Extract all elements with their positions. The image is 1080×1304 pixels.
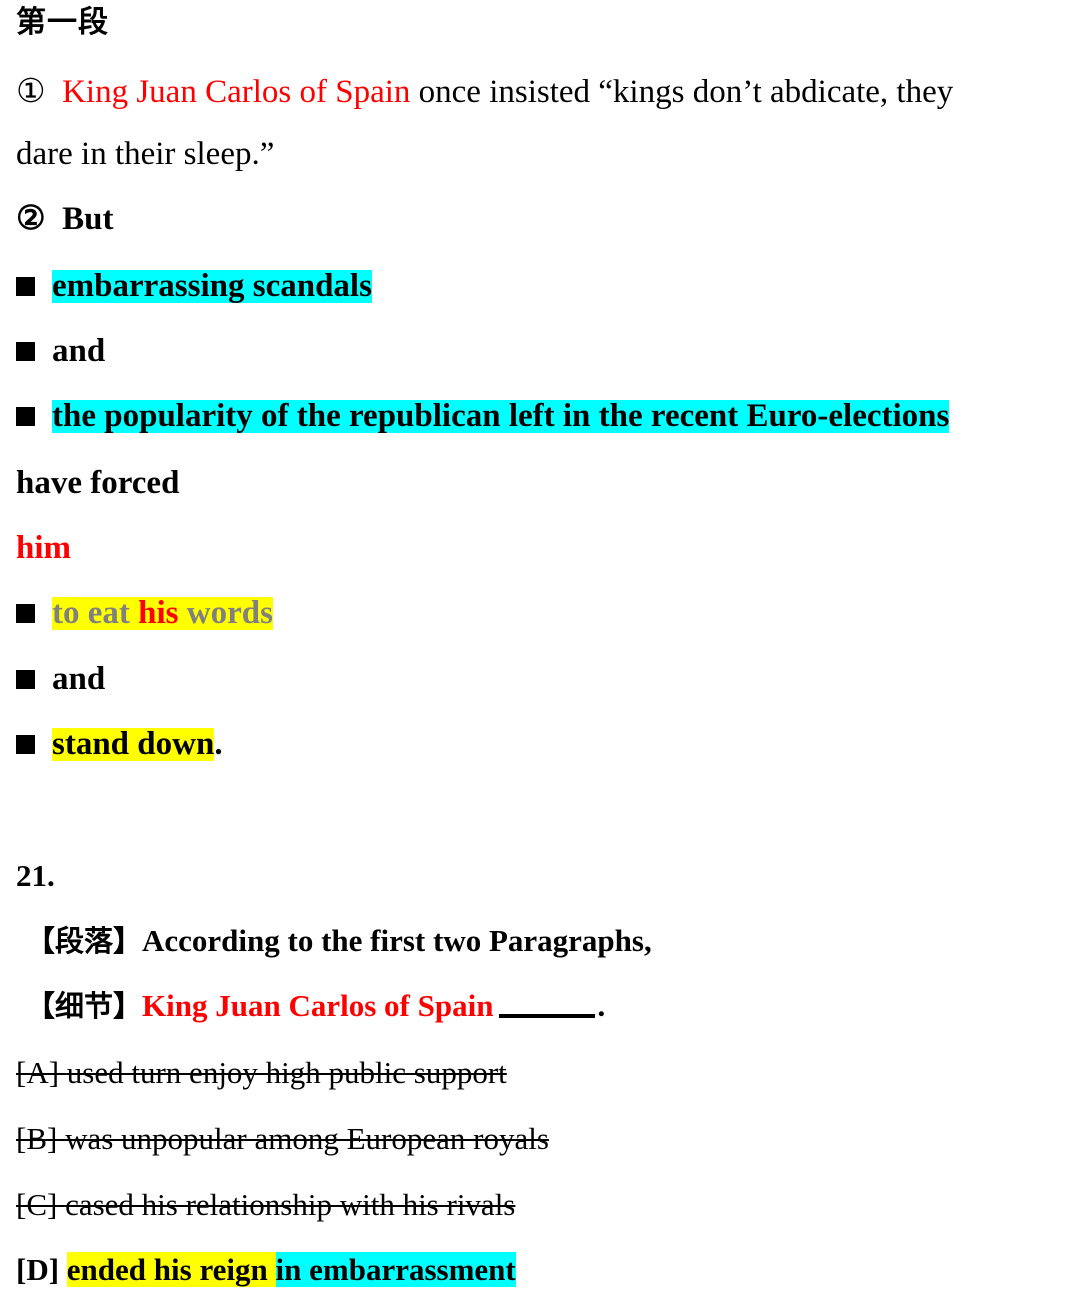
- bullet-item-2-label: and: [52, 333, 106, 369]
- paragraph2-conjunction: But: [62, 201, 114, 237]
- paragraph1-line1: ① King Juan Carlos of Spain once insiste…: [16, 76, 953, 109]
- bullet-square-icon: [16, 604, 35, 623]
- paragraph1-line2: dare in their sleep.”: [16, 136, 275, 172]
- paragraph2-object-pronoun: him: [16, 530, 72, 566]
- bullet-item-4: to eat his words: [16, 597, 273, 630]
- circled-number-1: ①: [16, 74, 46, 110]
- answer-blank: [499, 1013, 596, 1018]
- bullet-item-3: the popularity of the republican left in…: [16, 398, 950, 434]
- bullet-item-5-label: and: [52, 661, 106, 697]
- option-c-text: cased his relationship with his rivals: [65, 1187, 516, 1222]
- tag-detail-label: 【细节】: [26, 989, 143, 1023]
- bullet-item-4-label: to eat his words: [52, 597, 273, 630]
- bullet-item-5: and: [16, 663, 105, 696]
- paragraph1-subject: King Juan Carlos of Spain: [62, 74, 411, 110]
- bullet-item-1: embarrassing scandals: [16, 270, 372, 303]
- question-number: 21.: [16, 858, 55, 893]
- option-b[interactable]: [B] was unpopular among European royals: [16, 1123, 549, 1154]
- option-b-label: [B]: [16, 1121, 58, 1156]
- bullet-square-icon: [16, 735, 35, 754]
- bullet-item-3-label: the popularity of the republican left in…: [52, 398, 950, 434]
- bullet-item-6: stand down.: [16, 728, 223, 761]
- paragraph2-line1: ② But: [16, 203, 113, 236]
- option-d-text-yellow: ended his reign: [66, 1252, 276, 1287]
- bullet-item-6-period: .: [214, 726, 223, 762]
- tag-paragraph-label: 【段落】: [26, 924, 143, 958]
- bullet-item-6-label: stand down: [52, 726, 215, 762]
- bullet-square-icon: [16, 670, 35, 689]
- paragraph1-predicate: once insisted “kings don’t abdicate, the…: [410, 74, 954, 110]
- option-a-label: [A]: [16, 1055, 60, 1090]
- question-stem-detail: 【细节】King Juan Carlos of Spain.: [26, 990, 605, 1021]
- option-d-text-cyan: in embarrassment: [275, 1252, 516, 1287]
- bullet-item-1-label: embarrassing scandals: [52, 268, 372, 304]
- paragraph2-verb-phrase: have forced: [16, 465, 180, 501]
- question-stem-paragraph: 【段落】According to the first two Paragraph…: [26, 925, 652, 956]
- bullet-square-icon: [16, 342, 35, 361]
- option-b-text: was unpopular among European royals: [65, 1121, 549, 1156]
- option-c[interactable]: [C] cased his relationship with his riva…: [16, 1189, 515, 1220]
- option-a-text: used turn enjoy high public support: [66, 1055, 507, 1090]
- bullet-item-4-prefix: to eat: [52, 595, 139, 631]
- option-d[interactable]: [D] ended his reign in embarrassment: [16, 1252, 516, 1287]
- bullet-item-4-emphasis: his: [138, 595, 179, 631]
- circled-number-2: ②: [16, 201, 46, 237]
- question-stem-paragraph-text: According to the first two Paragraphs,: [142, 923, 652, 958]
- option-d-label: [D]: [16, 1252, 60, 1287]
- question-stem-period: .: [597, 988, 606, 1023]
- bullet-square-icon: [16, 407, 35, 426]
- section-heading: 第一段: [16, 5, 109, 40]
- bullet-square-icon: [16, 277, 35, 296]
- document-page: 第一段 ① King Juan Carlos of Spain once ins…: [0, 0, 1080, 1304]
- bullet-item-4-suffix: words: [178, 595, 273, 631]
- bullet-item-2: and: [16, 335, 105, 368]
- option-a[interactable]: [A] used turn enjoy high public support: [16, 1057, 507, 1088]
- option-c-label: [C]: [16, 1187, 58, 1222]
- question-stem-detail-text: King Juan Carlos of Spain: [142, 988, 494, 1023]
